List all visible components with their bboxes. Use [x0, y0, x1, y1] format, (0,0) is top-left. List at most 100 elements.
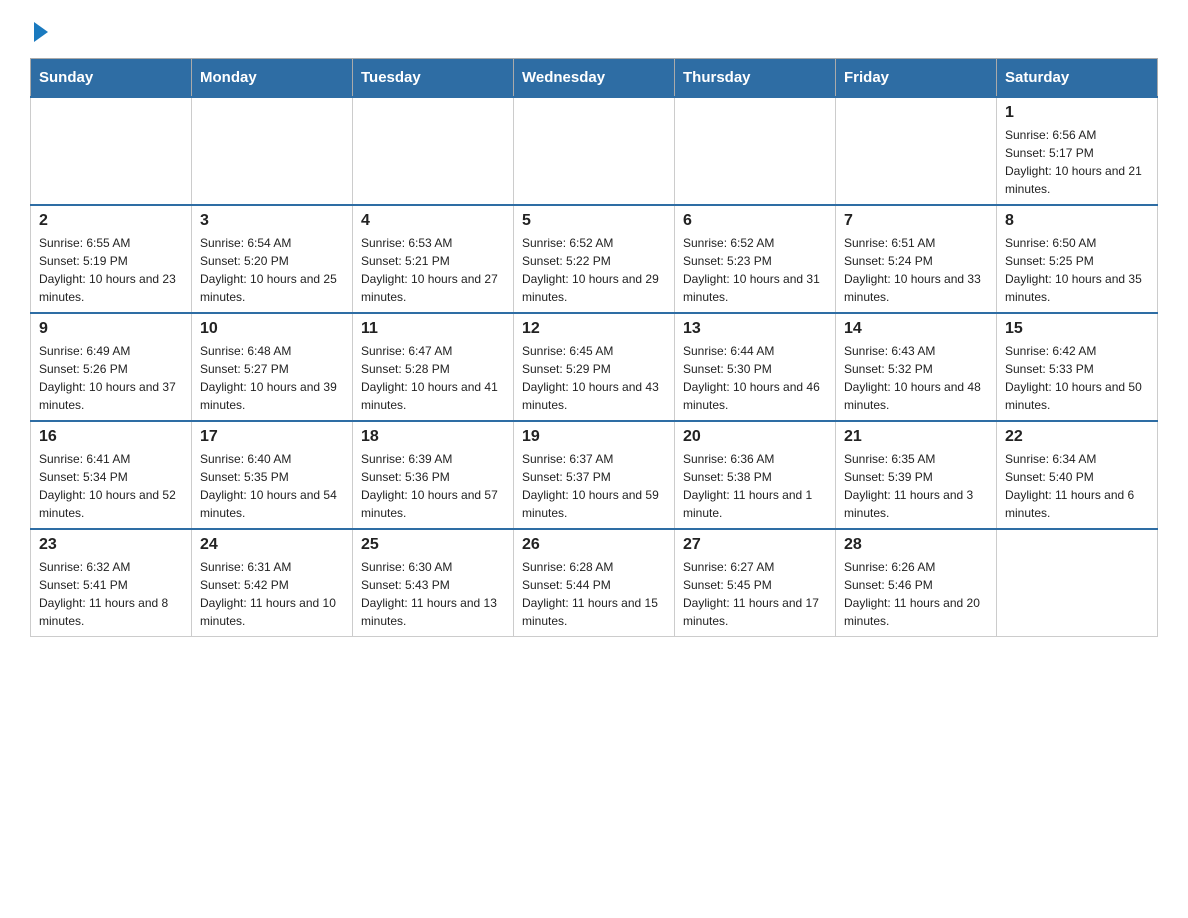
calendar-cell: 6 Sunrise: 6:52 AM Sunset: 5:23 PM Daylig… — [675, 205, 836, 313]
day-number: 25 — [361, 536, 505, 554]
day-info: Sunrise: 6:54 AM Sunset: 5:20 PM Dayligh… — [200, 234, 344, 306]
day-info: Sunrise: 6:32 AM Sunset: 5:41 PM Dayligh… — [39, 558, 183, 630]
calendar-week-row-3: 9Sunrise: 6:49 AM Sunset: 5:26 PM Daylig… — [31, 313, 1158, 421]
day-info: Sunrise: 6:44 AM Sunset: 5:30 PM Dayligh… — [683, 342, 827, 414]
calendar-cell: 20 Sunrise: 6:36 AM Sunset: 5:38 PM Dayli… — [675, 421, 836, 529]
day-number: 6 — [683, 212, 827, 230]
calendar-cell: 1 Sunrise: 6:56 AM Sunset: 5:17 PM Daylig… — [997, 97, 1158, 205]
day-info: Sunrise: 6:26 AM Sunset: 5:46 PM Dayligh… — [844, 558, 988, 630]
day-number: 23 — [39, 536, 183, 554]
day-info: Sunrise: 6:43 AM Sunset: 5:32 PM Dayligh… — [844, 342, 988, 414]
calendar-week-row-2: 2 Sunrise: 6:55 AM Sunset: 5:19 PM Daylig… — [31, 205, 1158, 313]
day-number: 5 — [522, 212, 666, 230]
calendar-cell: 3 Sunrise: 6:54 AM Sunset: 5:20 PM Daylig… — [192, 205, 353, 313]
day-number: 27 — [683, 536, 827, 554]
day-number: 17 — [200, 428, 344, 446]
day-number: 14 — [844, 320, 988, 338]
day-number: 19 — [522, 428, 666, 446]
calendar-cell: 28 Sunrise: 6:26 AM Sunset: 5:46 PM Dayli… — [836, 529, 997, 637]
calendar-cell: 22Sunrise: 6:34 AM Sunset: 5:40 PM Dayli… — [997, 421, 1158, 529]
calendar-cell: 16 Sunrise: 6:41 AM Sunset: 5:34 PM Dayli… — [31, 421, 192, 529]
calendar-cell: 12 Sunrise: 6:45 AM Sunset: 5:29 PM Dayli… — [514, 313, 675, 421]
day-number: 8 — [1005, 212, 1149, 230]
calendar-cell: 18 Sunrise: 6:39 AM Sunset: 5:36 PM Dayli… — [353, 421, 514, 529]
calendar-header-monday: Monday — [192, 59, 353, 98]
day-info: Sunrise: 6:30 AM Sunset: 5:43 PM Dayligh… — [361, 558, 505, 630]
day-number: 3 — [200, 212, 344, 230]
day-number: 18 — [361, 428, 505, 446]
calendar-header-friday: Friday — [836, 59, 997, 98]
day-number: 16 — [39, 428, 183, 446]
calendar-cell: 2 Sunrise: 6:55 AM Sunset: 5:19 PM Daylig… — [31, 205, 192, 313]
day-number: 21 — [844, 428, 988, 446]
calendar-cell — [514, 97, 675, 205]
day-number: 7 — [844, 212, 988, 230]
day-info: Sunrise: 6:34 AM Sunset: 5:40 PM Dayligh… — [1005, 450, 1149, 522]
day-info: Sunrise: 6:47 AM Sunset: 5:28 PM Dayligh… — [361, 342, 505, 414]
calendar-cell: 10 Sunrise: 6:48 AM Sunset: 5:27 PM Dayli… — [192, 313, 353, 421]
calendar-cell: 25 Sunrise: 6:30 AM Sunset: 5:43 PM Dayli… — [353, 529, 514, 637]
calendar-cell: 7 Sunrise: 6:51 AM Sunset: 5:24 PM Daylig… — [836, 205, 997, 313]
day-number: 9 — [39, 320, 183, 338]
day-info: Sunrise: 6:36 AM Sunset: 5:38 PM Dayligh… — [683, 450, 827, 522]
day-info: Sunrise: 6:56 AM Sunset: 5:17 PM Dayligh… — [1005, 126, 1149, 198]
calendar-cell: 21 Sunrise: 6:35 AM Sunset: 5:39 PM Dayli… — [836, 421, 997, 529]
calendar-cell: 27 Sunrise: 6:27 AM Sunset: 5:45 PM Dayli… — [675, 529, 836, 637]
day-number: 20 — [683, 428, 827, 446]
calendar-cell: 23 Sunrise: 6:32 AM Sunset: 5:41 PM Dayli… — [31, 529, 192, 637]
day-info: Sunrise: 6:48 AM Sunset: 5:27 PM Dayligh… — [200, 342, 344, 414]
day-number: 28 — [844, 536, 988, 554]
calendar-header-thursday: Thursday — [675, 59, 836, 98]
calendar-cell: 11 Sunrise: 6:47 AM Sunset: 5:28 PM Dayli… — [353, 313, 514, 421]
day-number: 11 — [361, 320, 505, 338]
day-info: Sunrise: 6:53 AM Sunset: 5:21 PM Dayligh… — [361, 234, 505, 306]
day-number: 12 — [522, 320, 666, 338]
day-info: Sunrise: 6:52 AM Sunset: 5:23 PM Dayligh… — [683, 234, 827, 306]
calendar-header-row: SundayMondayTuesdayWednesdayThursdayFrid… — [31, 59, 1158, 98]
calendar-cell — [31, 97, 192, 205]
calendar-week-row-4: 16 Sunrise: 6:41 AM Sunset: 5:34 PM Dayli… — [31, 421, 1158, 529]
day-info: Sunrise: 6:37 AM Sunset: 5:37 PM Dayligh… — [522, 450, 666, 522]
day-info: Sunrise: 6:51 AM Sunset: 5:24 PM Dayligh… — [844, 234, 988, 306]
day-info: Sunrise: 6:55 AM Sunset: 5:19 PM Dayligh… — [39, 234, 183, 306]
day-info: Sunrise: 6:50 AM Sunset: 5:25 PM Dayligh… — [1005, 234, 1149, 306]
calendar-cell: 14 Sunrise: 6:43 AM Sunset: 5:32 PM Dayli… — [836, 313, 997, 421]
calendar-week-row-5: 23 Sunrise: 6:32 AM Sunset: 5:41 PM Dayli… — [31, 529, 1158, 637]
logo — [30, 20, 48, 38]
calendar-cell: 9Sunrise: 6:49 AM Sunset: 5:26 PM Daylig… — [31, 313, 192, 421]
day-info: Sunrise: 6:35 AM Sunset: 5:39 PM Dayligh… — [844, 450, 988, 522]
calendar-cell: 17 Sunrise: 6:40 AM Sunset: 5:35 PM Dayli… — [192, 421, 353, 529]
day-number: 1 — [1005, 104, 1149, 122]
day-info: Sunrise: 6:45 AM Sunset: 5:29 PM Dayligh… — [522, 342, 666, 414]
calendar-cell: 5 Sunrise: 6:52 AM Sunset: 5:22 PM Daylig… — [514, 205, 675, 313]
logo-arrow-icon — [34, 22, 48, 42]
day-info: Sunrise: 6:41 AM Sunset: 5:34 PM Dayligh… — [39, 450, 183, 522]
day-info: Sunrise: 6:27 AM Sunset: 5:45 PM Dayligh… — [683, 558, 827, 630]
day-number: 15 — [1005, 320, 1149, 338]
calendar-cell — [192, 97, 353, 205]
calendar-cell — [675, 97, 836, 205]
calendar-header-saturday: Saturday — [997, 59, 1158, 98]
calendar-cell: 8 Sunrise: 6:50 AM Sunset: 5:25 PM Daylig… — [997, 205, 1158, 313]
day-info: Sunrise: 6:39 AM Sunset: 5:36 PM Dayligh… — [361, 450, 505, 522]
calendar-cell — [997, 529, 1158, 637]
calendar-week-row-1: 1 Sunrise: 6:56 AM Sunset: 5:17 PM Daylig… — [31, 97, 1158, 205]
calendar-cell: 13Sunrise: 6:44 AM Sunset: 5:30 PM Dayli… — [675, 313, 836, 421]
day-number: 10 — [200, 320, 344, 338]
day-number: 2 — [39, 212, 183, 230]
day-info: Sunrise: 6:31 AM Sunset: 5:42 PM Dayligh… — [200, 558, 344, 630]
day-number: 26 — [522, 536, 666, 554]
day-number: 24 — [200, 536, 344, 554]
calendar-cell: 15 Sunrise: 6:42 AM Sunset: 5:33 PM Dayli… — [997, 313, 1158, 421]
day-info: Sunrise: 6:42 AM Sunset: 5:33 PM Dayligh… — [1005, 342, 1149, 414]
day-info: Sunrise: 6:52 AM Sunset: 5:22 PM Dayligh… — [522, 234, 666, 306]
page-header — [30, 20, 1158, 38]
calendar-header-tuesday: Tuesday — [353, 59, 514, 98]
calendar-cell: 24 Sunrise: 6:31 AM Sunset: 5:42 PM Dayli… — [192, 529, 353, 637]
day-info: Sunrise: 6:40 AM Sunset: 5:35 PM Dayligh… — [200, 450, 344, 522]
calendar-cell: 4Sunrise: 6:53 AM Sunset: 5:21 PM Daylig… — [353, 205, 514, 313]
calendar-cell: 19 Sunrise: 6:37 AM Sunset: 5:37 PM Dayli… — [514, 421, 675, 529]
day-info: Sunrise: 6:28 AM Sunset: 5:44 PM Dayligh… — [522, 558, 666, 630]
calendar-cell — [836, 97, 997, 205]
calendar-table: SundayMondayTuesdayWednesdayThursdayFrid… — [30, 58, 1158, 637]
